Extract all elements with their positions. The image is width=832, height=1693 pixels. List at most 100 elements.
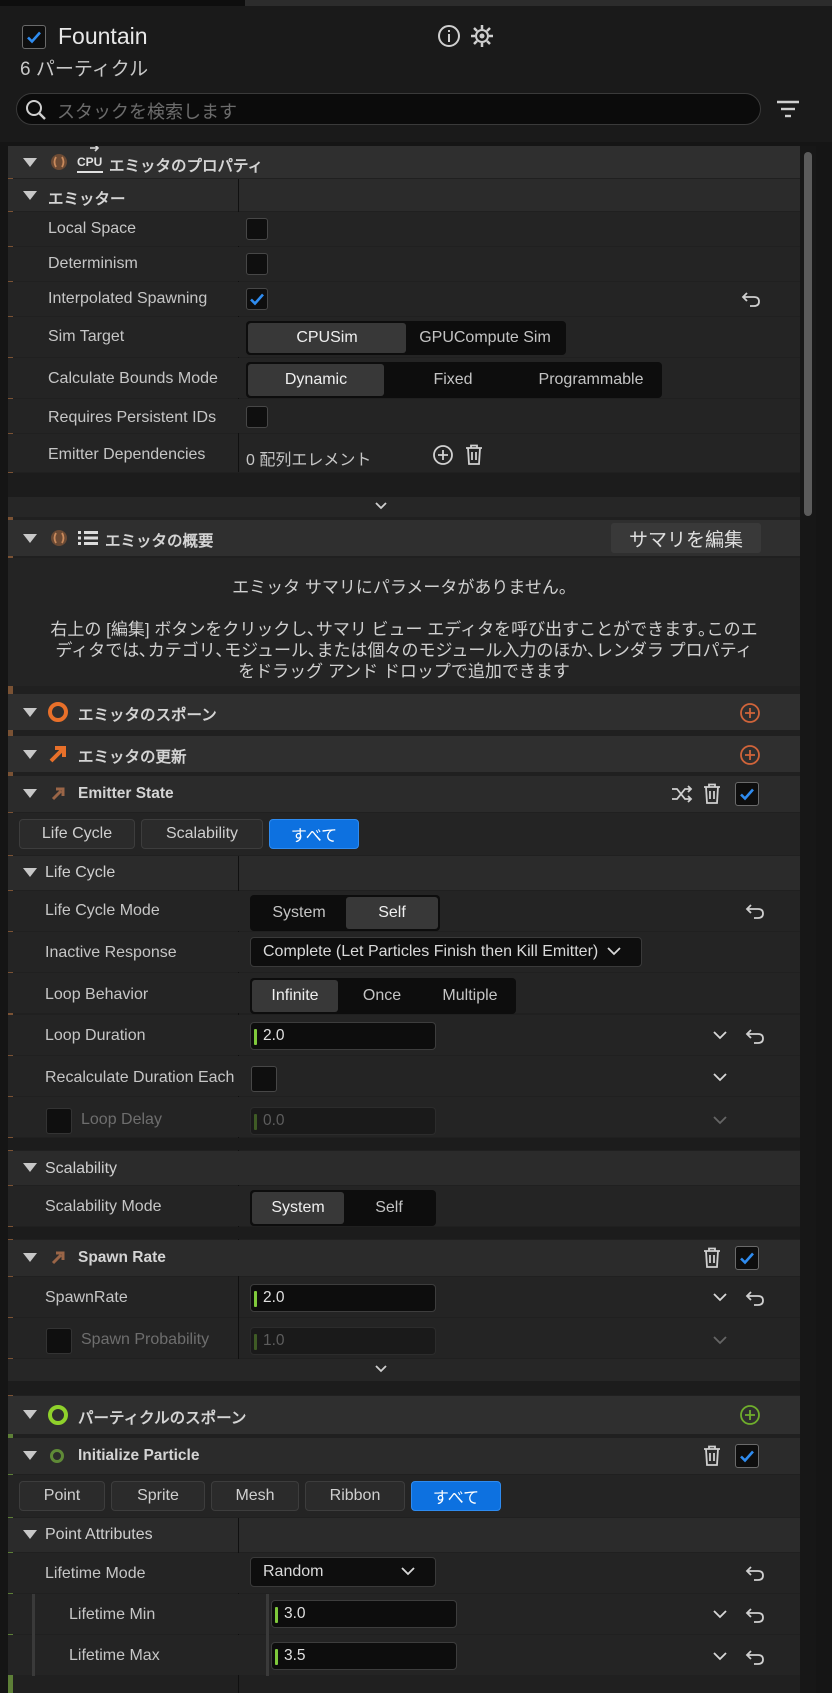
collapse-arrow-icon[interactable] bbox=[23, 534, 37, 544]
calc-bounds-programmable[interactable]: Programmable bbox=[522, 364, 660, 396]
add-module-icon[interactable] bbox=[739, 744, 761, 766]
tab-mesh[interactable]: Mesh bbox=[211, 1481, 299, 1511]
stack-panel: CPU エミッタのプロパティ エミッター Local Space Determi… bbox=[8, 146, 800, 1693]
emitter-group-header[interactable] bbox=[8, 179, 800, 211]
life-cycle-mode-system[interactable]: System bbox=[252, 897, 346, 929]
reset-to-default-icon[interactable] bbox=[745, 1028, 765, 1044]
list-icon bbox=[78, 531, 98, 545]
shuffle-icon[interactable] bbox=[671, 784, 693, 804]
loop-behavior-selector[interactable]: Infinite Once Multiple bbox=[250, 978, 516, 1014]
recalculate-duration-checkbox[interactable] bbox=[251, 1066, 277, 1092]
life-cycle-mode-selector[interactable]: System Self bbox=[250, 895, 440, 931]
tab-point[interactable]: Point bbox=[19, 1481, 105, 1511]
local-space-checkbox[interactable] bbox=[246, 218, 268, 240]
spawn-rate-title: Spawn Rate bbox=[78, 1249, 166, 1266]
lifetime-min-input[interactable]: 3.0 bbox=[271, 1600, 457, 1628]
scalability-mode-self[interactable]: Self bbox=[344, 1192, 434, 1224]
checkmark-icon bbox=[740, 788, 754, 801]
add-element-icon[interactable] bbox=[432, 444, 454, 466]
chevron-down-icon[interactable] bbox=[713, 1652, 727, 1662]
interpolated-spawning-checkbox[interactable] bbox=[246, 288, 268, 310]
spawn-probability-input[interactable]: 1.0 bbox=[250, 1327, 436, 1355]
chevron-down-icon[interactable] bbox=[713, 1116, 727, 1126]
spawn-rate-input[interactable]: 2.0 bbox=[250, 1284, 436, 1312]
collapse-arrow-icon[interactable] bbox=[23, 750, 37, 760]
life-cycle-mode-self[interactable]: Self bbox=[346, 897, 438, 929]
loop-delay-enable-checkbox[interactable] bbox=[46, 1108, 72, 1134]
collapse-arrow-icon[interactable] bbox=[23, 158, 37, 168]
sim-target-cpu[interactable]: CPUSim bbox=[248, 323, 406, 353]
delete-trash-icon[interactable] bbox=[464, 444, 484, 466]
life-cycle-group-header[interactable] bbox=[8, 856, 800, 890]
chevron-down-icon[interactable] bbox=[713, 1336, 727, 1346]
particle-count: 6 パーティクル bbox=[20, 59, 149, 80]
reset-to-default-icon[interactable] bbox=[745, 1290, 765, 1306]
reset-to-default-icon[interactable] bbox=[741, 291, 761, 307]
chevron-down-icon[interactable] bbox=[375, 502, 387, 510]
collapse-arrow-icon[interactable] bbox=[23, 1253, 37, 1263]
delete-trash-icon[interactable] bbox=[702, 1445, 722, 1467]
module-enable-checkbox[interactable] bbox=[735, 1444, 759, 1468]
stack-search-input[interactable]: スタックを検索します bbox=[16, 93, 761, 125]
collapse-arrow-icon[interactable] bbox=[23, 1451, 37, 1461]
collapse-arrow-icon[interactable] bbox=[23, 1163, 37, 1173]
delete-trash-icon[interactable] bbox=[702, 783, 722, 805]
inactive-response-dropdown[interactable]: Complete (Let Particles Finish then Kill… bbox=[250, 937, 642, 967]
lifetime-max-input[interactable]: 3.5 bbox=[271, 1642, 457, 1670]
module-enable-checkbox[interactable] bbox=[735, 782, 759, 806]
reset-to-default-icon[interactable] bbox=[745, 903, 765, 919]
scrollbar-thumb[interactable] bbox=[804, 152, 812, 516]
tab-all[interactable]: すべて bbox=[269, 819, 359, 849]
reset-to-default-icon[interactable] bbox=[745, 1607, 765, 1623]
scalability-group-header[interactable] bbox=[8, 1151, 800, 1185]
loop-delay-input[interactable]: 0.0 bbox=[250, 1107, 436, 1135]
point-attributes-label: Point Attributes bbox=[45, 1526, 153, 1543]
lifetime-mode-dropdown[interactable]: Random bbox=[250, 1557, 436, 1587]
scalability-mode-label: Scalability Mode bbox=[45, 1198, 162, 1215]
persistent-ids-checkbox[interactable] bbox=[246, 406, 268, 428]
chevron-down-icon[interactable] bbox=[713, 1610, 727, 1620]
expand-row[interactable] bbox=[8, 1359, 800, 1381]
tab-sprite[interactable]: Sprite bbox=[111, 1481, 205, 1511]
module-enable-checkbox[interactable] bbox=[735, 1246, 759, 1270]
collapse-arrow-icon[interactable] bbox=[23, 1410, 37, 1420]
info-icon[interactable] bbox=[437, 24, 461, 48]
add-module-icon[interactable] bbox=[739, 1404, 761, 1426]
edit-summary-button[interactable]: サマリを編集 bbox=[611, 523, 761, 553]
tab-scalability[interactable]: Scalability bbox=[141, 819, 263, 849]
chevron-down-icon[interactable] bbox=[713, 1073, 727, 1083]
persistent-ids-label: Requires Persistent IDs bbox=[48, 409, 217, 426]
delete-trash-icon[interactable] bbox=[702, 1247, 722, 1269]
calc-bounds-dynamic[interactable]: Dynamic bbox=[248, 364, 384, 396]
chevron-down-icon[interactable] bbox=[713, 1293, 727, 1303]
calc-bounds-selector[interactable]: Dynamic Fixed Programmable bbox=[246, 362, 662, 398]
collapse-arrow-icon[interactable] bbox=[23, 191, 37, 201]
chevron-down-icon[interactable] bbox=[375, 1365, 387, 1373]
sim-target-selector[interactable]: CPUSim GPUCompute Sim bbox=[246, 321, 566, 355]
calc-bounds-fixed[interactable]: Fixed bbox=[384, 364, 522, 396]
spawn-probability-enable-checkbox[interactable] bbox=[46, 1328, 72, 1354]
loop-behavior-once[interactable]: Once bbox=[338, 980, 426, 1012]
tab-life-cycle[interactable]: Life Cycle bbox=[19, 819, 135, 849]
loop-behavior-multiple[interactable]: Multiple bbox=[426, 980, 514, 1012]
collapse-arrow-icon[interactable] bbox=[23, 708, 37, 718]
collapse-arrow-icon[interactable] bbox=[23, 789, 37, 799]
reset-to-default-icon[interactable] bbox=[745, 1649, 765, 1665]
tab-ribbon[interactable]: Ribbon bbox=[305, 1481, 405, 1511]
emitter-enable-checkbox[interactable] bbox=[22, 25, 46, 49]
determinism-checkbox[interactable] bbox=[246, 253, 268, 275]
filter-icon[interactable] bbox=[776, 98, 800, 120]
sim-target-gpu[interactable]: GPUCompute Sim bbox=[406, 323, 564, 353]
collapse-arrow-icon[interactable] bbox=[23, 868, 37, 878]
settings-gear-icon[interactable] bbox=[470, 24, 494, 48]
loop-duration-input[interactable]: 2.0 bbox=[250, 1022, 436, 1050]
tab-all[interactable]: すべて bbox=[411, 1481, 501, 1511]
collapse-arrow-icon[interactable] bbox=[23, 1530, 37, 1540]
scalability-mode-system[interactable]: System bbox=[252, 1192, 344, 1224]
reset-to-default-icon[interactable] bbox=[745, 1565, 765, 1581]
scalability-mode-selector[interactable]: System Self bbox=[250, 1190, 436, 1226]
chevron-down-icon[interactable] bbox=[713, 1031, 727, 1041]
add-module-icon[interactable] bbox=[739, 702, 761, 724]
expand-row[interactable] bbox=[8, 497, 800, 517]
loop-behavior-infinite[interactable]: Infinite bbox=[252, 980, 338, 1012]
